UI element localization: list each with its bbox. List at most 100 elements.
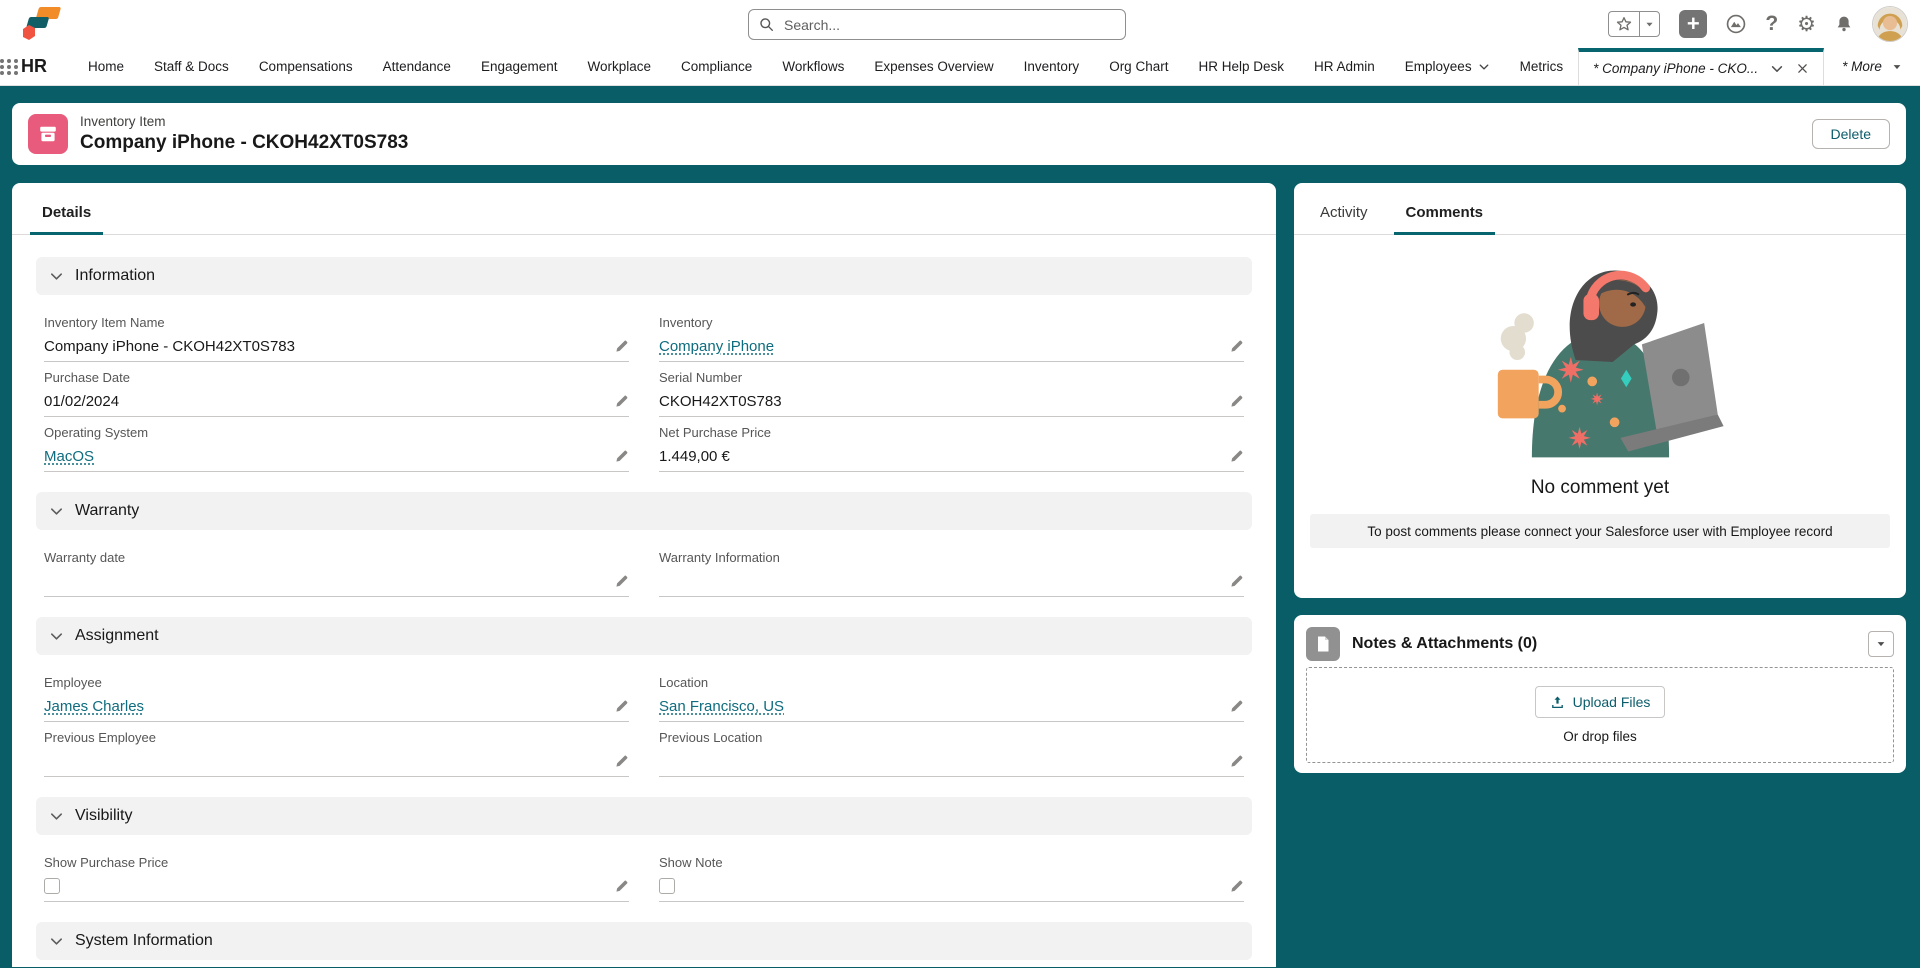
record-entity-label: Inventory Item: [80, 114, 408, 129]
visibility-fields: Show Purchase Price Show Note: [36, 835, 1252, 908]
app-name: HR: [19, 48, 73, 85]
nav-item-workflows[interactable]: Workflows: [767, 48, 859, 85]
more-tabs-label: * More: [1842, 59, 1882, 74]
tab-comments[interactable]: Comments: [1394, 204, 1496, 234]
field-location: Location San Francisco, US: [659, 669, 1244, 722]
edit-pencil-icon[interactable]: [614, 574, 629, 589]
nav-item-engagement[interactable]: Engagement: [466, 48, 573, 85]
trailhead-icon[interactable]: [1726, 14, 1746, 34]
chevron-down-icon: [49, 504, 64, 519]
nav-item-inventory[interactable]: Inventory: [1009, 48, 1095, 85]
activity-tabs: Activity Comments: [1294, 183, 1906, 235]
no-comments-illustration: [1294, 251, 1906, 469]
active-record-tab[interactable]: * Company iPhone - CKO...: [1578, 48, 1824, 85]
field-label: Previous Employee: [44, 730, 629, 745]
nav-item-hr-admin[interactable]: HR Admin: [1299, 48, 1390, 85]
field-show-purchase-price: Show Purchase Price: [44, 849, 629, 902]
chevron-down-icon: [49, 629, 64, 644]
main-content: Inventory Item Company iPhone - CKOH42XT…: [0, 86, 1920, 968]
notes-title: Notes & Attachments (0): [1352, 635, 1537, 653]
field-value: 01/02/2024: [44, 393, 119, 410]
nav-item-home[interactable]: Home: [73, 48, 139, 85]
activity-comments-panel: Activity Comments: [1294, 183, 1906, 598]
nav-item-org-chart[interactable]: Org Chart: [1094, 48, 1183, 85]
edit-pencil-icon[interactable]: [614, 449, 629, 464]
upload-icon: [1550, 695, 1565, 710]
edit-pencil-icon[interactable]: [614, 699, 629, 714]
nav-item-hr-help-desk[interactable]: HR Help Desk: [1183, 48, 1299, 85]
inventory-item-record-icon: [28, 114, 68, 154]
nav-item-attendance[interactable]: Attendance: [368, 48, 466, 85]
assignment-fields: Employee James Charles Location San Fran…: [36, 655, 1252, 783]
record-header: Inventory Item Company iPhone - CKOH42XT…: [12, 103, 1906, 165]
app-launcher-icon[interactable]: [0, 48, 19, 85]
employee-link[interactable]: James Charles: [44, 698, 144, 715]
field-label: Employee: [44, 675, 629, 690]
section-header-warranty[interactable]: Warranty: [36, 492, 1252, 530]
user-avatar[interactable]: [1872, 6, 1908, 42]
edit-pencil-icon[interactable]: [1229, 394, 1244, 409]
tab-chevron-down-icon[interactable]: [1770, 62, 1784, 76]
section-header-visibility[interactable]: Visibility: [36, 797, 1252, 835]
help-icon[interactable]: ?: [1765, 12, 1778, 36]
notes-collapse-button[interactable]: [1868, 631, 1894, 657]
operating-system-link[interactable]: MacOS: [44, 448, 94, 465]
upload-files-label: Upload Files: [1573, 694, 1651, 710]
tab-details[interactable]: Details: [30, 204, 103, 234]
upload-files-button[interactable]: Upload Files: [1535, 686, 1666, 718]
inventory-link[interactable]: Company iPhone: [659, 338, 774, 355]
edit-pencil-icon[interactable]: [1229, 574, 1244, 589]
edit-pencil-icon[interactable]: [1229, 449, 1244, 464]
global-header: + ? ⚙: [0, 0, 1920, 48]
section-header-assignment[interactable]: Assignment: [36, 617, 1252, 655]
section-title: Warranty: [75, 502, 139, 520]
global-search: [748, 9, 1126, 40]
edit-pencil-icon[interactable]: [1229, 699, 1244, 714]
edit-pencil-icon[interactable]: [1229, 339, 1244, 354]
edit-pencil-icon[interactable]: [1229, 754, 1244, 769]
delete-button[interactable]: Delete: [1812, 119, 1890, 149]
nav-item-metrics[interactable]: Metrics: [1505, 48, 1579, 85]
field-serial-number: Serial Number CKOH42XT0S783: [659, 364, 1244, 417]
section-title: Information: [75, 267, 155, 285]
nav-item-staff-docs[interactable]: Staff & Docs: [139, 48, 244, 85]
nav-item-compensations[interactable]: Compensations: [244, 48, 368, 85]
search-input[interactable]: [782, 16, 1115, 34]
edit-pencil-icon[interactable]: [614, 879, 629, 894]
more-tabs-dropdown[interactable]: * More: [1824, 48, 1920, 85]
favorite-star-icon[interactable]: [1609, 12, 1639, 36]
show-purchase-price-checkbox[interactable]: [44, 878, 60, 894]
favorites-dropdown-icon[interactable]: [1639, 12, 1659, 36]
setup-gear-icon[interactable]: ⚙: [1797, 12, 1816, 37]
file-dropzone[interactable]: Upload Files Or drop files: [1306, 667, 1894, 763]
edit-pencil-icon[interactable]: [614, 339, 629, 354]
edit-pencil-icon[interactable]: [614, 394, 629, 409]
edit-pencil-icon[interactable]: [614, 754, 629, 769]
edit-pencil-icon[interactable]: [1229, 879, 1244, 894]
details-tabs: Details: [12, 183, 1276, 235]
nav-item-expenses-overview[interactable]: Expenses Overview: [859, 48, 1008, 85]
quick-create-icon[interactable]: +: [1679, 10, 1707, 38]
section-header-information[interactable]: Information: [36, 257, 1252, 295]
field-show-note: Show Note: [659, 849, 1244, 902]
field-previous-employee: Previous Employee: [44, 724, 629, 777]
field-warranty-date: Warranty date: [44, 544, 629, 597]
field-inventory-item-name: Inventory Item Name Company iPhone - CKO…: [44, 309, 629, 362]
field-label: Warranty Information: [659, 550, 1244, 565]
details-panel: Details Information Inventory Item Name: [12, 183, 1276, 967]
field-net-purchase-price: Net Purchase Price 1.449,00 €: [659, 419, 1244, 472]
notifications-bell-icon[interactable]: [1835, 15, 1853, 33]
field-previous-location: Previous Location: [659, 724, 1244, 777]
tab-activity[interactable]: Activity: [1308, 204, 1380, 234]
field-value: Company iPhone - CKOH42XT0S783: [44, 338, 295, 355]
nav-item-workplace[interactable]: Workplace: [573, 48, 667, 85]
nav-item-compliance[interactable]: Compliance: [666, 48, 767, 85]
comments-info-banner: To post comments please connect your Sal…: [1310, 514, 1890, 548]
search-icon: [759, 17, 774, 32]
section-header-system-information[interactable]: System Information: [36, 922, 1252, 960]
location-link[interactable]: San Francisco, US: [659, 698, 784, 715]
show-note-checkbox[interactable]: [659, 878, 675, 894]
nav-item-employees[interactable]: Employees: [1390, 48, 1505, 85]
field-label: Previous Location: [659, 730, 1244, 745]
tab-close-icon[interactable]: [1796, 62, 1809, 75]
